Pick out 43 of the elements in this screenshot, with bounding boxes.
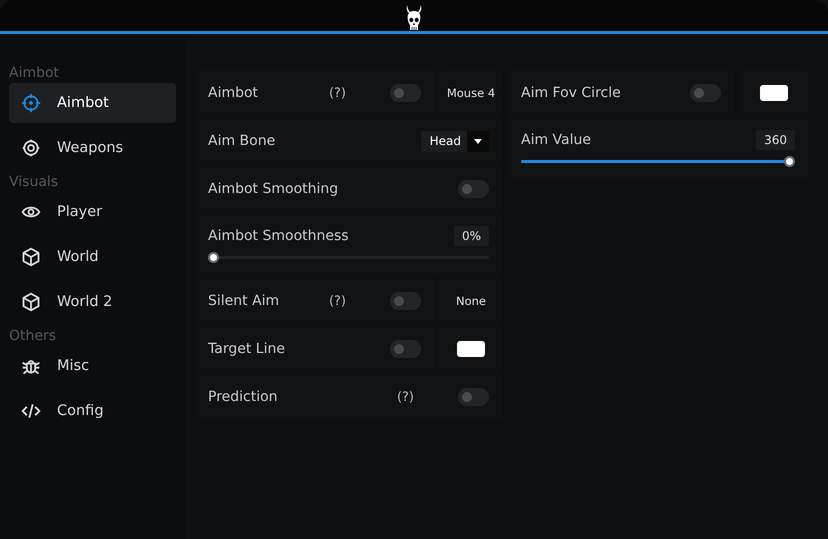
slider[interactable]	[208, 252, 489, 262]
value-display: 360	[756, 130, 795, 150]
toggle-switch[interactable]	[690, 84, 721, 102]
target-icon	[21, 138, 41, 158]
toggle-switch[interactable]	[458, 388, 489, 406]
toggle-switch[interactable]	[390, 292, 421, 310]
toggle-switch[interactable]	[390, 340, 421, 358]
color-swatch[interactable]	[760, 85, 788, 101]
dropdown[interactable]: Head	[420, 130, 489, 152]
sidebar-item[interactable]: World	[9, 237, 176, 277]
sidebar-item[interactable]: World 2	[9, 282, 176, 322]
setting-label: Prediction	[208, 389, 279, 405]
sidebar-item[interactable]: Config	[9, 391, 176, 431]
help-marker[interactable]: (?)	[328, 86, 346, 100]
setting-label: Aim Fov Circle	[521, 85, 622, 101]
color-swatch[interactable]	[457, 341, 485, 357]
crosshair-icon	[21, 93, 41, 113]
setting-label: Silent Aim	[208, 293, 280, 309]
sidebar-item[interactable]: Aimbot	[9, 83, 176, 123]
keybind-button[interactable]: Mouse 4	[446, 86, 496, 100]
setting-label: Aim Value	[521, 132, 592, 148]
help-marker[interactable]: (?)	[328, 294, 346, 308]
section-title: Aimbot	[9, 64, 60, 83]
caret-icon	[467, 130, 489, 152]
section-title: Visuals	[9, 173, 60, 192]
sidebar-item[interactable]: Weapons	[9, 128, 176, 168]
setting-label: Target Line	[208, 341, 286, 357]
slider[interactable]	[521, 156, 795, 166]
keybind-button[interactable]: None	[456, 294, 486, 308]
setting-label: Aimbot Smoothness	[208, 228, 350, 244]
code-icon	[21, 401, 41, 421]
setting-label: Aim Bone	[208, 133, 276, 149]
value-display: 0%	[454, 226, 489, 246]
setting-label: Aimbot Smoothing	[208, 181, 340, 197]
setting-label: Aimbot	[208, 85, 260, 101]
toggle-switch[interactable]	[390, 84, 421, 102]
cube-icon	[21, 292, 41, 312]
toggle-switch[interactable]	[458, 180, 489, 198]
cube-icon	[21, 247, 41, 267]
sidebar-item[interactable]: Misc	[9, 346, 176, 386]
sidebar-item[interactable]: Player	[9, 192, 176, 232]
help-marker[interactable]: (?)	[396, 390, 414, 404]
section-title: Others	[9, 327, 58, 346]
